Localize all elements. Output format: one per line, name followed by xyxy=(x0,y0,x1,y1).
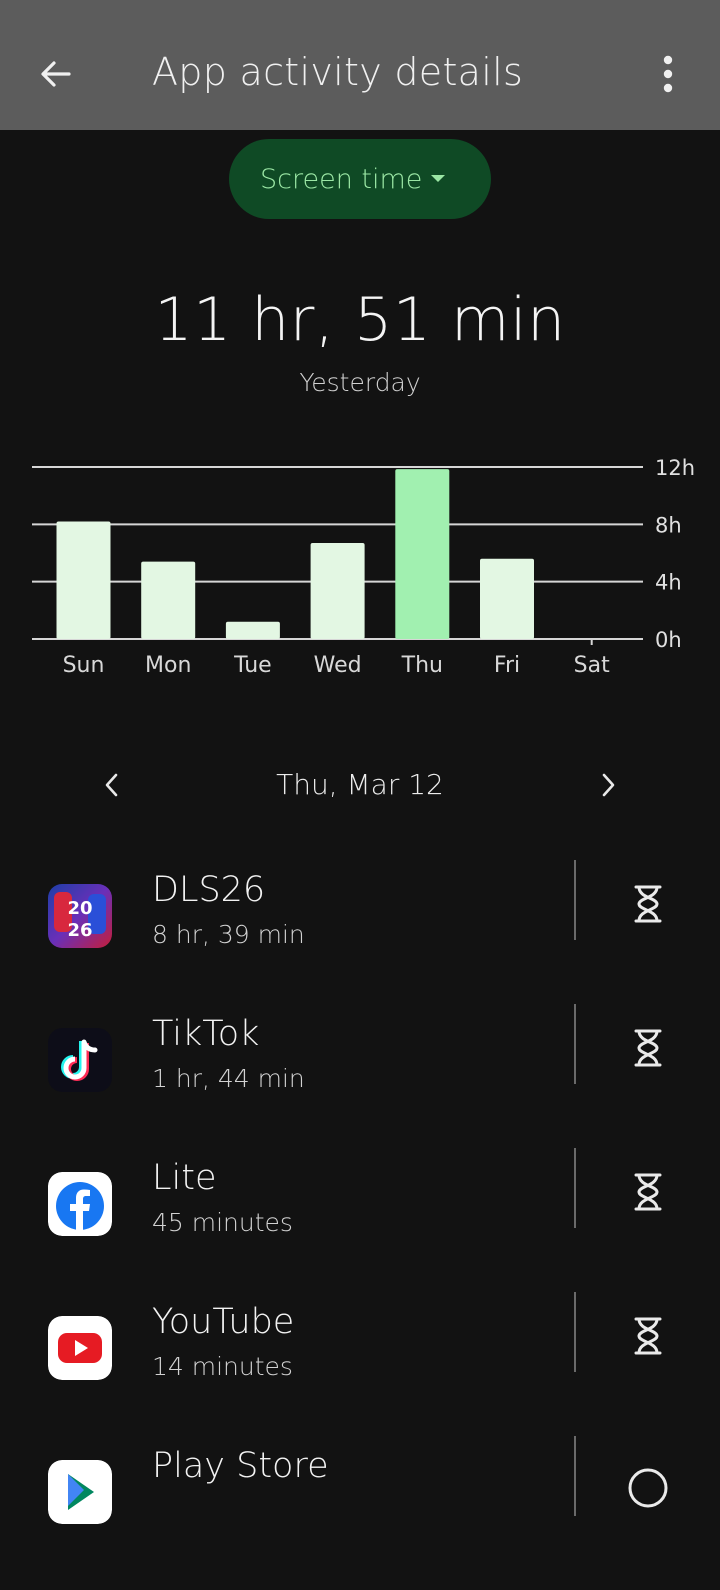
row-divider xyxy=(574,1292,576,1372)
list-item-lite[interactable]: Lite 45 minutes xyxy=(0,1148,720,1302)
hourglass-icon xyxy=(634,1173,662,1211)
summary-period: Yesterday xyxy=(299,368,421,397)
row-divider xyxy=(574,1004,576,1084)
x-tick-label: Mon xyxy=(145,653,191,678)
chart-bar-sun[interactable] xyxy=(56,521,111,639)
app-timer-button[interactable] xyxy=(620,1308,676,1364)
dls26-app-icon: 20 26 xyxy=(48,884,112,948)
row-divider xyxy=(574,860,576,940)
top-app-bar: App activity details xyxy=(0,0,720,130)
play-store-app-icon xyxy=(48,1460,112,1524)
hourglass-icon xyxy=(634,885,662,923)
metric-dropdown-label: Screen time xyxy=(260,163,423,195)
timer-icon xyxy=(628,1468,668,1508)
app-usage-time: 45 minutes xyxy=(152,1208,293,1237)
tiktok-app-icon xyxy=(48,1028,112,1092)
more-options-button[interactable] xyxy=(640,44,696,104)
y-tick-label: 8h xyxy=(655,513,682,537)
svg-text:20: 20 xyxy=(67,898,92,919)
chevron-right-icon xyxy=(602,773,615,797)
y-tick-label: 0h xyxy=(655,628,682,652)
svg-text:26: 26 xyxy=(67,920,92,941)
app-timer-button[interactable] xyxy=(620,1460,676,1516)
x-tick-label: Sun xyxy=(63,653,105,678)
hourglass-icon xyxy=(634,1317,662,1355)
hourglass-icon xyxy=(634,1029,662,1067)
app-name: DLS26 xyxy=(152,870,266,910)
app-timer-button[interactable] xyxy=(620,1020,676,1076)
row-divider xyxy=(574,1148,576,1228)
list-item-youtube[interactable]: YouTube 14 minutes xyxy=(0,1292,720,1446)
app-name: Lite xyxy=(152,1158,217,1198)
x-tick-label: Sat xyxy=(574,653,610,678)
metric-dropdown[interactable]: Screen time xyxy=(229,139,491,219)
app-timer-button[interactable] xyxy=(620,876,676,932)
app-name: YouTube xyxy=(152,1302,295,1342)
app-name: TikTok xyxy=(152,1014,260,1054)
chart-bar-tue[interactable] xyxy=(225,621,280,639)
x-tick-label: Thu xyxy=(401,653,443,678)
weekly-usage-chart: 0h 4h 8h 12h Sun Mon Tue Wed Thu Fri Sat xyxy=(32,456,695,678)
x-tick-label: Wed xyxy=(314,653,362,678)
list-item-tiktok[interactable]: TikTok 1 hr, 44 min xyxy=(0,1004,720,1158)
app-usage-time: 8 hr, 39 min xyxy=(152,920,305,949)
app-usage-time: 1 hr, 44 min xyxy=(152,1064,305,1093)
chart-bar-fri[interactable] xyxy=(480,558,534,639)
arrow-left-icon xyxy=(41,61,71,87)
list-item-play-store[interactable]: Play Store xyxy=(0,1436,720,1590)
list-item-dls26[interactable]: 20 26 DLS26 8 hr, 39 min xyxy=(0,860,720,1014)
chart-bar-mon[interactable] xyxy=(141,561,196,639)
facebook-lite-app-icon xyxy=(48,1172,112,1236)
y-tick-label: 12h xyxy=(655,456,695,480)
x-tick-label: Fri xyxy=(494,653,520,678)
page-title: App activity details xyxy=(152,50,524,94)
chart-bar-thu[interactable] xyxy=(395,469,450,639)
x-tick-label: Tue xyxy=(233,653,272,678)
app-timer-button[interactable] xyxy=(620,1164,676,1220)
youtube-app-icon xyxy=(48,1316,112,1380)
day-navigation: Thu, Mar 12 xyxy=(0,760,720,810)
caret-down-icon xyxy=(431,175,445,182)
y-tick-label: 4h xyxy=(655,571,682,595)
chart-bar-wed[interactable] xyxy=(310,542,365,639)
more-vert-icon xyxy=(663,55,673,93)
app-name: Play Store xyxy=(152,1446,329,1486)
next-day-button[interactable] xyxy=(585,762,631,808)
row-divider xyxy=(574,1436,576,1516)
back-button[interactable] xyxy=(26,44,86,104)
app-usage-time: 14 minutes xyxy=(152,1352,293,1381)
total-screen-time: 11 hr, 51 min xyxy=(154,285,566,355)
